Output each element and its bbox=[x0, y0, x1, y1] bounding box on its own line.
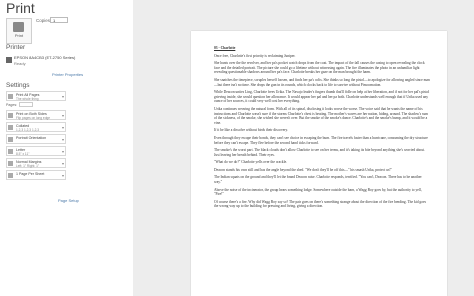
paragraph: "What do we do?" Charlotte yells over th… bbox=[214, 160, 288, 165]
paragraph: The smoke's the worst part. The black cl… bbox=[214, 148, 425, 157]
paper-icon bbox=[8, 149, 13, 154]
chevron-down-icon: ▾ bbox=[61, 161, 64, 166]
print-button[interactable]: Print bbox=[6, 18, 32, 44]
margins-icon bbox=[8, 161, 13, 166]
preview-page: 03 - Charlotte Once free, Charlotte's fi… bbox=[191, 31, 447, 296]
option-title: 1 Page Per Sheet bbox=[16, 172, 45, 176]
page-title: Print bbox=[6, 0, 35, 16]
chevron-down-icon: ▾ bbox=[61, 94, 64, 99]
chevron-down-icon: ▾ bbox=[61, 149, 64, 154]
margins-select[interactable]: Normal Margins Left: 1" Right: 1" ▾ bbox=[6, 158, 66, 168]
option-subtitle: Flip pages on long edge bbox=[16, 116, 51, 120]
pages-label: Pages: bbox=[6, 103, 18, 107]
option-subtitle: 1,2,3 1,2,3 1,2,3 bbox=[16, 128, 40, 132]
printer-select[interactable]: EPSON 8A4CB3 (ET-2750 Series) Ready bbox=[6, 55, 75, 67]
document-heading: 03 - Charlotte bbox=[214, 46, 236, 50]
paragraph: The Indian squats on the ground and they… bbox=[214, 175, 422, 185]
paragraph: If it be like a dissolve without birds t… bbox=[214, 128, 289, 133]
paper-size-select[interactable]: Letter 8.5" x 11" ▾ bbox=[6, 146, 66, 156]
option-subtitle: 8.5" x 11" bbox=[16, 152, 30, 156]
document-body: 03 - Charlotte Once free, Charlotte's fi… bbox=[214, 46, 430, 212]
pages-per-sheet-icon bbox=[8, 173, 13, 178]
print-settings-panel: Print Print Copies: 1 Printer EPSON 8A4C… bbox=[0, 0, 130, 296]
chevron-down-icon: ▾ bbox=[61, 113, 64, 118]
paragraph: Deacon stands his own still and has the … bbox=[214, 167, 393, 172]
orientation-select[interactable]: Portrait Orientation ▾ bbox=[6, 134, 66, 144]
collate-icon bbox=[8, 125, 13, 130]
printer-status: Ready bbox=[14, 61, 26, 66]
portrait-icon bbox=[8, 137, 13, 142]
duplex-icon bbox=[8, 113, 13, 118]
printer-properties-link[interactable]: Printer Properties bbox=[52, 72, 83, 77]
paragraph: Even through they escape their bonds, th… bbox=[214, 135, 428, 145]
chevron-down-icon: ▾ bbox=[61, 173, 64, 178]
pages-icon bbox=[8, 94, 13, 99]
option-subtitle: The whole thing bbox=[16, 97, 39, 101]
printer-name: EPSON 8A4CB3 (ET-2750 Series) bbox=[14, 55, 76, 60]
chevron-down-icon: ▾ bbox=[61, 137, 64, 142]
pages-input[interactable] bbox=[19, 102, 33, 107]
collation-select[interactable]: Collated 1,2,3 1,2,3 1,2,3 ▾ bbox=[6, 122, 66, 132]
print-button-label: Print bbox=[14, 33, 24, 38]
settings-section-title: Settings bbox=[6, 82, 30, 89]
paragraph: Urika continues weaving the natural form… bbox=[214, 106, 429, 125]
copies-input[interactable]: 1 bbox=[50, 17, 68, 23]
option-subtitle: Left: 1" Right: 1" bbox=[16, 164, 39, 168]
paragraph: Of course there's a fire. Why did Wagg B… bbox=[214, 199, 427, 209]
paragraph: Above the noise of the incinerator, the … bbox=[214, 187, 422, 197]
option-title: Portrait Orientation bbox=[16, 136, 47, 140]
paragraph: While Deacon unties Ling, Charlotte free… bbox=[214, 90, 430, 104]
duplex-select[interactable]: Print on Both Sides Flip pages on long e… bbox=[6, 110, 66, 120]
printer-icon bbox=[6, 57, 12, 63]
printer-icon bbox=[13, 22, 24, 32]
page-setup-link[interactable]: Page Setup bbox=[58, 198, 79, 203]
paragraph: She hunts over the the revolver, and her… bbox=[214, 61, 425, 75]
print-range-select[interactable]: Print All Pages The whole thing ▾ bbox=[6, 91, 66, 101]
paragraph: Once free, Charlotte's first priority is… bbox=[214, 53, 296, 58]
pages-per-sheet-select[interactable]: 1 Page Per Sheet ▾ bbox=[6, 170, 66, 180]
chevron-down-icon: ▾ bbox=[61, 125, 64, 130]
paragraph: She snatches the timepiece, scruples her… bbox=[214, 77, 430, 87]
printer-section-title: Printer bbox=[6, 44, 26, 51]
copies-label: Copies: bbox=[36, 18, 52, 23]
